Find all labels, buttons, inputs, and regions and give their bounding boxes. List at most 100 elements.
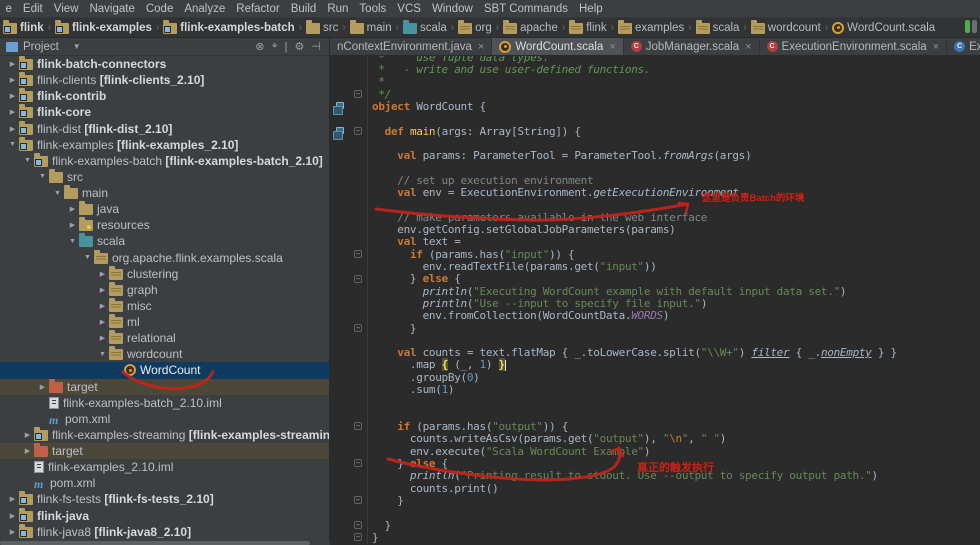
breadcrumb-item-src[interactable]: src <box>303 22 341 34</box>
code-line[interactable]: println("Executing WordCount example wit… <box>330 285 980 297</box>
editor-tab-wordcount-scala[interactable]: WordCount.scala× <box>492 38 623 55</box>
collapse-all-icon[interactable]: ⊗ <box>255 40 264 53</box>
chevron-collapsed-icon[interactable]: ▶ <box>96 270 109 278</box>
tree-item-relational[interactable]: ▶relational <box>0 330 329 346</box>
chevron-collapsed-icon[interactable]: ▶ <box>36 383 49 391</box>
tree-item-flink-dist[interactable]: ▶flink-dist [flink-dist_2.10] <box>0 121 329 137</box>
chevron-collapsed-icon[interactable]: ▶ <box>96 302 109 310</box>
tree-item-flink-examples-streaming[interactable]: ▶flink-examples-streaming [flink-example… <box>0 427 329 443</box>
code-line[interactable]: val counts = text.flatMap { _.toLowerCas… <box>330 347 980 359</box>
hide-panel-icon[interactable]: ⊣ <box>311 40 321 53</box>
chevron-expanded-icon[interactable]: ▼ <box>21 157 34 164</box>
tree-item-resources[interactable]: ▶resources <box>0 217 329 233</box>
locate-icon[interactable]: ⌖ <box>271 40 277 53</box>
code-line[interactable]: * <box>330 76 980 88</box>
breadcrumb-item-scala[interactable]: scala <box>400 22 450 34</box>
chevron-collapsed-icon[interactable]: ▶ <box>6 125 19 133</box>
menu-item-analyze[interactable]: Analyze <box>179 3 231 15</box>
code-line[interactable]: env.fromCollection(WordCountData.WORDS) <box>330 310 980 322</box>
chevron-collapsed-icon[interactable]: ▶ <box>96 286 109 294</box>
menu-item-vcs[interactable]: VCS <box>392 3 427 15</box>
chevron-collapsed-icon[interactable]: ▶ <box>66 205 79 213</box>
tree-horizontal-scrollbar[interactable] <box>0 541 330 545</box>
chevron-collapsed-icon[interactable]: ▶ <box>66 221 79 229</box>
chevron-collapsed-icon[interactable]: ▶ <box>6 60 19 68</box>
code-line[interactable]: .sum(1) <box>330 383 980 395</box>
fold-marker-icon[interactable]: − <box>354 422 362 430</box>
tree-item-wordcount[interactable]: WordCount <box>0 362 329 378</box>
menu-item-sbt-commands[interactable]: SBT Commands <box>478 3 573 15</box>
code-line[interactable]: env.getConfig.setGlobalJobParameters(par… <box>330 223 980 235</box>
chevron-expanded-icon[interactable]: ▼ <box>36 173 49 180</box>
breadcrumb-item-org[interactable]: org <box>455 22 495 34</box>
code-line[interactable]: // make parameters available in the web … <box>330 211 980 223</box>
code-line[interactable] <box>330 113 980 125</box>
tab-close-icon[interactable]: × <box>478 41 484 53</box>
tab-close-icon[interactable]: × <box>745 41 751 53</box>
code-line[interactable]: − } <box>330 322 980 334</box>
tree-item-flink-clients[interactable]: ▶flink-clients [flink-clients_2.10] <box>0 72 329 88</box>
code-line[interactable]: env.execute("Scala WordCount Example") <box>330 445 980 457</box>
menu-item-window[interactable]: Window <box>426 3 478 15</box>
code-line[interactable]: − } else { <box>330 273 980 285</box>
scrollbar-thumb[interactable] <box>0 541 310 545</box>
breadcrumb-item-flink[interactable]: flink <box>0 22 47 34</box>
tree-item-flink-contrib[interactable]: ▶flink-contrib <box>0 88 329 104</box>
fold-marker-icon[interactable]: − <box>354 459 362 467</box>
breadcrumb-item-apache[interactable]: apache <box>500 22 561 34</box>
editor-tab-jobmanager-scala[interactable]: CJobManager.scala× <box>624 38 760 55</box>
editor-tab-executionenvironm[interactable]: CExecutionEnvironm <box>947 38 980 55</box>
tree-item-java[interactable]: ▶java <box>0 201 329 217</box>
editor-tab-ncontextenvironment-java[interactable]: nContextEnvironment.java× <box>330 38 492 55</box>
breadcrumb-item-flink-examples-batch[interactable]: flink-examples-batch <box>160 22 297 34</box>
tree-item-flink-examples-2-10-iml[interactable]: flink-examples_2.10.iml <box>0 459 329 475</box>
tree-item-scala[interactable]: ▼scala <box>0 233 329 249</box>
tree-item-flink-java[interactable]: ▶flink-java <box>0 508 329 524</box>
chevron-down-icon[interactable]: ▼ <box>73 42 81 51</box>
chevron-expanded-icon[interactable]: ▼ <box>66 238 79 245</box>
code-line[interactable]: println("Use --input to specify file inp… <box>330 297 980 309</box>
menu-item-edit[interactable]: Edit <box>17 3 48 15</box>
tab-close-icon[interactable]: × <box>609 41 615 53</box>
chevron-expanded-icon[interactable]: ▼ <box>96 351 109 358</box>
fold-marker-icon[interactable]: − <box>354 127 362 135</box>
editor-tab-executionenvironment-scala[interactable]: CExecutionEnvironment.scala× <box>760 38 948 55</box>
code-line[interactable]: object WordCount { <box>330 100 980 112</box>
code-line[interactable]: .groupBy(0) <box>330 371 980 383</box>
menu-item-run[interactable]: Run <box>322 3 354 15</box>
code-line[interactable]: −} <box>330 531 980 543</box>
chevron-collapsed-icon[interactable]: ▶ <box>96 318 109 326</box>
code-line[interactable]: .map { (_, 1) } <box>330 359 980 371</box>
tree-item-flink-batch-connectors[interactable]: ▶flink-batch-connectors <box>0 56 329 72</box>
code-line[interactable]: // set up execution environment <box>330 174 980 186</box>
chevron-collapsed-icon[interactable]: ▶ <box>6 92 19 100</box>
menu-item-tools[interactable]: Tools <box>354 3 392 15</box>
fold-marker-icon[interactable]: − <box>354 275 362 283</box>
settings-gear-icon[interactable]: ⚙ <box>295 40 305 53</box>
chevron-expanded-icon[interactable]: ▼ <box>51 190 64 197</box>
code-line[interactable]: val env = ExecutionEnvironment.getExecut… <box>330 186 980 198</box>
scala-structure-icon[interactable] <box>336 102 344 109</box>
chevron-expanded-icon[interactable]: ▼ <box>6 141 19 148</box>
chevron-collapsed-icon[interactable]: ▶ <box>21 447 34 455</box>
chevron-expanded-icon[interactable]: ▼ <box>81 254 94 261</box>
code-line[interactable]: counts.writeAsCsv(params.get("output"), … <box>330 433 980 445</box>
code-line[interactable] <box>330 507 980 519</box>
code-line[interactable]: − } <box>330 519 980 531</box>
breadcrumb-item-flink-examples[interactable]: flink-examples <box>52 22 155 34</box>
chevron-collapsed-icon[interactable]: ▶ <box>21 431 34 439</box>
tab-close-icon[interactable]: × <box>933 41 939 53</box>
breadcrumb-item-wordcount-scala[interactable]: WordCount.scala <box>829 22 938 34</box>
chevron-collapsed-icon[interactable]: ▶ <box>6 495 19 503</box>
tree-item-target[interactable]: ▶target <box>0 443 329 459</box>
code-line[interactable] <box>330 162 980 174</box>
tree-item-flink-examples-batch[interactable]: ▼flink-examples-batch [flink-examples-ba… <box>0 153 329 169</box>
breadcrumb-item-examples[interactable]: examples <box>615 22 687 34</box>
fold-marker-icon[interactable]: − <box>354 324 362 332</box>
code-line[interactable]: − def main(args: Array[String]) { <box>330 125 980 137</box>
chevron-collapsed-icon[interactable]: ▶ <box>6 108 19 116</box>
tree-item-flink-examples-batch-2-10-iml[interactable]: flink-examples-batch_2.10.iml <box>0 395 329 411</box>
code-line[interactable]: − */ <box>330 88 980 100</box>
code-line[interactable]: − } <box>330 494 980 506</box>
menu-item-refactor[interactable]: Refactor <box>231 3 285 15</box>
